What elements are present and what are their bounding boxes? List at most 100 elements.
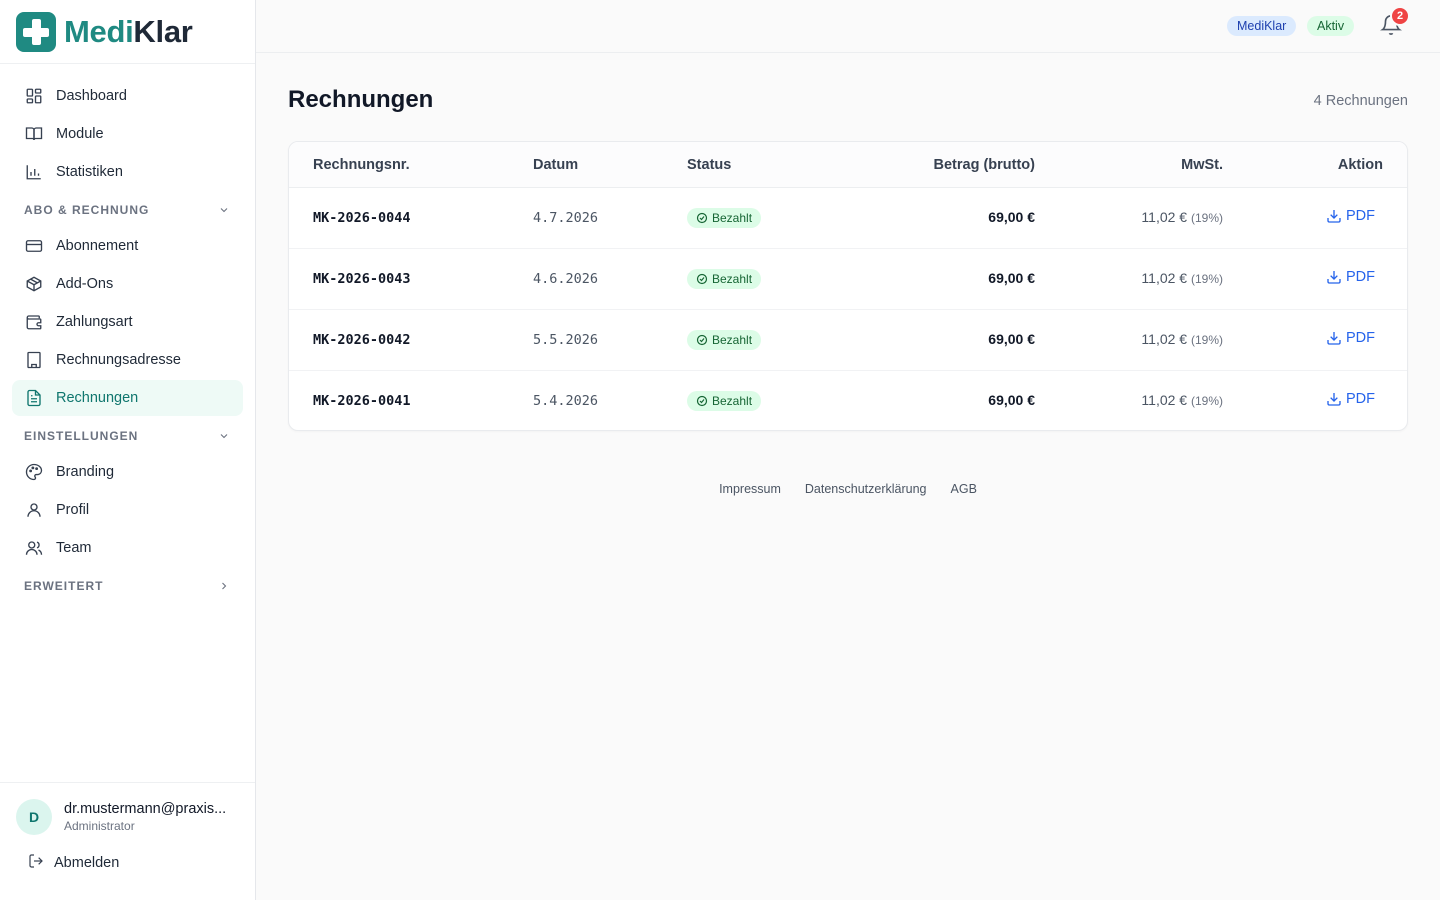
sidebar-item-dashboard[interactable]: Dashboard: [12, 78, 243, 114]
sidebar-item-module[interactable]: Module: [12, 116, 243, 152]
invoice-amount: 69,00 €: [988, 209, 1035, 225]
sidebar: MediKlar Dashboard Module Statistiken AB…: [0, 0, 256, 900]
invoice-date: 4.6.2026: [533, 271, 599, 287]
brand-header[interactable]: MediKlar: [0, 0, 255, 64]
invoice-number: MK-2026-0043: [313, 271, 411, 287]
column-header-date[interactable]: Datum: [533, 157, 578, 173]
sidebar-item-abonnement[interactable]: Abonnement: [12, 228, 243, 264]
check-circle-icon: [696, 273, 708, 285]
sidebar-nav: Dashboard Module Statistiken ABO & RECHN…: [0, 64, 255, 604]
dashboard-icon: [24, 86, 44, 106]
user-area: D dr.mustermann@praxis... Administrator …: [0, 782, 255, 900]
sidebar-item-label: Rechnungen: [56, 390, 139, 406]
status-cell: Bezahlt: [687, 330, 762, 350]
invoice-tax: 11,02 € (19%): [1141, 392, 1223, 408]
user-email: dr.mustermann@praxis...: [64, 801, 227, 817]
status-label: Bezahlt: [712, 272, 753, 286]
sidebar-item-rechnungen[interactable]: Rechnungen: [12, 380, 243, 416]
tax-rate: (19%): [1190, 211, 1223, 225]
check-circle-icon: [696, 212, 708, 224]
sidebar-item-label: Profil: [56, 502, 90, 518]
check-circle-icon: [696, 334, 708, 346]
invoice-tax: 11,02 € (19%): [1141, 331, 1223, 347]
sidebar-item-zahlungsart[interactable]: Zahlungsart: [12, 304, 243, 340]
logout-icon: [28, 853, 44, 874]
invoice-tax: 11,02 € (19%): [1141, 270, 1223, 286]
section-erweitert[interactable]: ERWEITERT: [12, 568, 243, 604]
footer-link-impressum[interactable]: Impressum: [719, 482, 781, 496]
user-info: dr.mustermann@praxis... Administrator: [64, 801, 226, 833]
column-header-nr[interactable]: Rechnungsnr.: [313, 157, 410, 173]
check-circle-icon: [696, 395, 708, 407]
tax-rate: (19%): [1190, 272, 1223, 286]
tax-rate: (19%): [1190, 333, 1223, 347]
download-icon: [1327, 332, 1341, 345]
pdf-label: PDF: [1346, 208, 1375, 224]
brand-name-part1: Medi: [64, 13, 134, 49]
status-badge: Bezahlt: [687, 391, 762, 411]
section-abo-rechnung[interactable]: ABO & RECHNUNG: [12, 192, 243, 228]
user-profile[interactable]: D dr.mustermann@praxis... Administrator: [0, 783, 255, 835]
invoice-amount: 69,00 €: [988, 270, 1035, 286]
tax-amount: 11,02 €: [1141, 209, 1188, 225]
invoices-table: Rechnungsnr. Datum Status Betrag (brutto…: [288, 141, 1408, 431]
status-cell: Bezahlt: [687, 269, 762, 289]
status-badge: Bezahlt: [687, 208, 762, 228]
user-icon: [24, 500, 44, 520]
footer-link-agb[interactable]: AGB: [951, 482, 977, 496]
download-pdf-button[interactable]: PDF: [1326, 269, 1375, 285]
invoice-date: 4.7.2026: [533, 210, 599, 226]
download-pdf-button[interactable]: PDF: [1326, 391, 1375, 407]
sidebar-item-branding[interactable]: Branding: [12, 454, 243, 490]
tax-amount: 11,02 €: [1141, 331, 1188, 347]
building-icon: [24, 350, 44, 370]
invoice-amount: 69,00 €: [988, 331, 1035, 347]
section-einstellungen[interactable]: EINSTELLUNGEN: [12, 418, 243, 454]
column-header-amount[interactable]: Betrag (brutto): [934, 157, 1036, 173]
page-title: Rechnungen: [288, 86, 434, 113]
chevron-down-icon: [217, 203, 231, 217]
footer-link-datenschutz[interactable]: Datenschutzerklärung: [805, 482, 927, 496]
sidebar-item-label: Zahlungsart: [56, 314, 133, 330]
user-role: Administrator: [64, 819, 135, 833]
chevron-down-icon: [217, 429, 231, 443]
status-badge: Bezahlt: [687, 269, 762, 289]
column-header-tax[interactable]: MwSt.: [1181, 157, 1223, 173]
brand-name-part2: Klar: [133, 13, 193, 49]
notification-count-badge: 2: [1390, 6, 1410, 26]
table-row: MK-2026-0042 5.5.2026 Bezahlt 69,00 € 11…: [289, 310, 1407, 371]
table-header: Rechnungsnr. Datum Status Betrag (brutto…: [289, 142, 1407, 188]
top-bar: MediKlar Aktiv 2: [256, 0, 1440, 53]
download-icon: [1327, 210, 1341, 223]
status-cell: Bezahlt: [687, 391, 762, 411]
download-pdf-button[interactable]: PDF: [1326, 330, 1375, 346]
footer-links: Impressum Datenschutzerklärung AGB: [256, 482, 1440, 496]
tax-amount: 11,02 €: [1141, 270, 1188, 286]
download-pdf-button[interactable]: PDF: [1326, 208, 1375, 224]
medical-cross-logo-icon: [16, 11, 56, 52]
invoice-amount: 69,00 €: [988, 392, 1035, 408]
sidebar-item-label: Abonnement: [56, 238, 139, 254]
package-icon: [24, 274, 44, 294]
sidebar-item-profil[interactable]: Profil: [12, 492, 243, 528]
file-text-icon: [24, 388, 44, 408]
brand-name: MediKlar: [64, 14, 193, 50]
pdf-label: PDF: [1346, 330, 1375, 346]
sidebar-item-add-ons[interactable]: Add-Ons: [12, 266, 243, 302]
wallet-icon: [24, 312, 44, 332]
sidebar-item-label: Branding: [56, 464, 115, 480]
book-icon: [24, 124, 44, 144]
palette-icon: [24, 462, 44, 482]
status-badge: Bezahlt: [687, 330, 762, 350]
section-title: EINSTELLUNGEN: [24, 429, 139, 443]
logout-button[interactable]: Abmelden: [0, 849, 255, 877]
sidebar-item-statistiken[interactable]: Statistiken: [12, 154, 243, 190]
sidebar-item-label: Statistiken: [56, 164, 123, 180]
sidebar-item-team[interactable]: Team: [12, 530, 243, 566]
sidebar-item-rechnungsadresse[interactable]: Rechnungsadresse: [12, 342, 243, 378]
download-icon: [1327, 271, 1341, 284]
column-header-status[interactable]: Status: [687, 157, 731, 173]
section-title: ABO & RECHNUNG: [24, 203, 150, 217]
pdf-label: PDF: [1346, 269, 1375, 285]
invoice-count: 4 Rechnungen: [1313, 93, 1408, 109]
